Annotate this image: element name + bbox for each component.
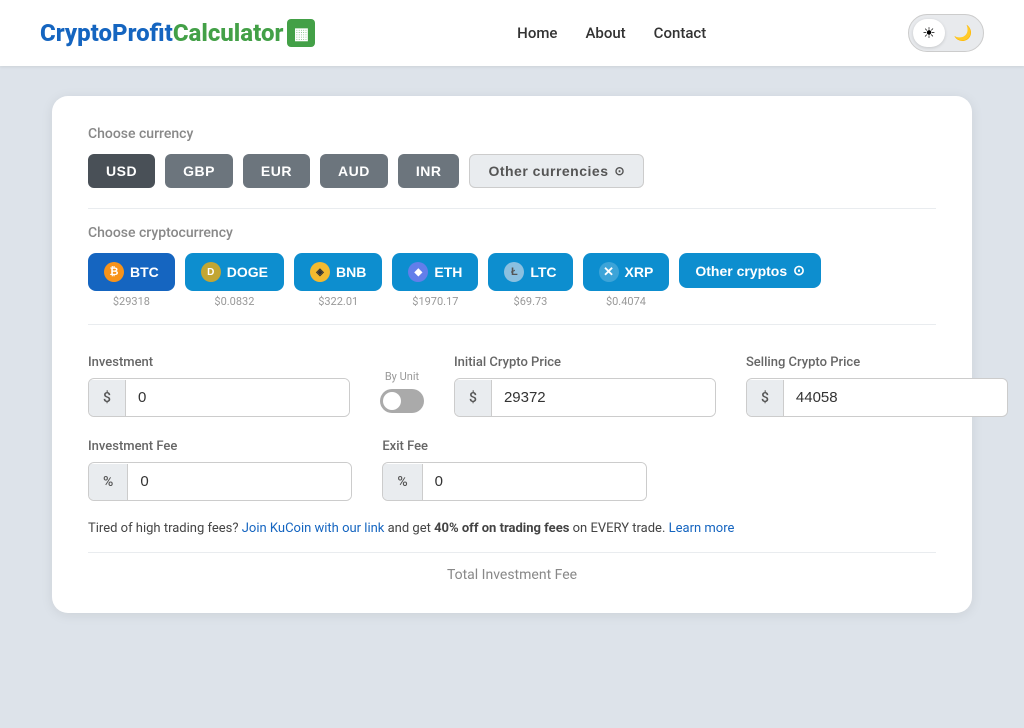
by-unit-label: By Unit [385,370,419,383]
crypto-col-btc: ₿ BTC $29318 [88,253,175,308]
currency-aud[interactable]: AUD [320,154,388,188]
crypto-col-ltc: Ł LTC $69.73 [488,253,572,308]
chevron-down-icon: ⊙ [615,164,626,178]
logo-crypto: Crypto [40,19,112,47]
selling-price-input[interactable] [784,379,1007,416]
crypto-col-xrp: ✕ XRP $0.4074 [583,253,670,308]
promo-link-learn-more[interactable]: Learn more [669,521,735,536]
investment-fee-label: Investment Fee [88,439,352,454]
crypto-section: Choose cryptocurrency ₿ BTC $29318 D DOG… [88,225,936,308]
bnb-icon: ◈ [310,262,330,282]
selling-price-input-wrapper: $ [746,378,1008,417]
selling-price-prefix: $ [747,380,784,416]
crypto-other-button[interactable]: Other cryptos ⊙ [679,253,821,288]
promo-link-kucoin[interactable]: Join KuCoin with our link [242,521,385,536]
btc-icon: ₿ [104,262,124,282]
crypto-col-doge: D DOGE $0.0832 [185,253,284,308]
nav-links: Home About Contact [517,24,706,42]
investment-fee-group: Investment Fee % [88,439,352,501]
currency-section-label: Choose currency [88,126,936,142]
spacer-2 [821,439,936,501]
doge-icon: D [201,262,221,282]
initial-price-input-wrapper: $ [454,378,716,417]
form-section: Investment $ By Unit Initial Cr [88,355,936,583]
main-content: Choose currency USD GBP EUR AUD INR Othe… [0,66,1024,728]
investment-label: Investment [88,355,350,370]
investment-input[interactable] [126,379,349,416]
currency-inr[interactable]: INR [398,154,460,188]
eth-icon: ◆ [408,262,428,282]
ltc-price: $69.73 [514,295,548,308]
crypto-section-label: Choose cryptocurrency [88,225,936,241]
exit-fee-label: Exit Fee [382,439,646,454]
nav-home[interactable]: Home [517,24,557,42]
investment-input-wrapper: $ [88,378,350,417]
xrp-icon: ✕ [599,262,619,282]
calculator-card: Choose currency USD GBP EUR AUD INR Othe… [52,96,972,613]
theme-toggle: ☀ 🌙 [908,14,984,52]
initial-price-group: Initial Crypto Price $ [454,355,716,417]
investment-fee-input-wrapper: % [88,462,352,501]
nav-about[interactable]: About [585,24,625,42]
promo-text-2: and get [384,521,434,536]
investment-group: Investment $ [88,355,350,417]
dark-mode-button[interactable]: 🌙 [947,19,979,47]
btc-price: $29318 [113,295,150,308]
crypto-xrp-button[interactable]: ✕ XRP [583,253,670,291]
eth-price: $1970.17 [412,295,458,308]
initial-price-prefix: $ [455,380,492,416]
logo[interactable]: CryptoProfitCalculator ▦ [40,19,315,47]
initial-price-label: Initial Crypto Price [454,355,716,370]
investment-prefix: $ [89,380,126,416]
bnb-price: $322.01 [318,295,358,308]
crypto-col-other: Other cryptos ⊙ [679,253,821,288]
exit-fee-group: Exit Fee % [382,439,646,501]
currency-usd[interactable]: USD [88,154,155,188]
divider-1 [88,208,936,209]
selling-price-group: Selling Crypto Price $ [746,355,1008,417]
divider-2 [88,324,936,325]
other-currencies-label: Other currencies [488,163,608,179]
light-mode-button[interactable]: ☀ [913,19,945,47]
promo-text-3: on EVERY trade. [569,521,668,536]
ltc-icon: Ł [504,262,524,282]
by-unit-wrapper: By Unit [380,370,424,417]
crypto-eth-button[interactable]: ◆ ETH [392,253,478,291]
by-unit-toggle[interactable] [380,389,424,413]
crypto-bnb-button[interactable]: ◈ BNB [294,253,382,291]
spacer-1 [677,439,792,501]
doge-price: $0.0832 [214,295,254,308]
logo-profit: Profit [112,19,173,47]
promo-text: Tired of high trading fees? Join KuCoin … [88,519,936,540]
other-cryptos-label: Other cryptos [695,263,787,279]
promo-bold: 40% off on trading fees [434,521,569,536]
other-cryptos-chevron-icon: ⊙ [793,262,805,279]
crypto-col-eth: ◆ ETH $1970.17 [392,253,478,308]
total-investment-fee-label: Total Investment Fee [88,552,936,583]
currency-section: Choose currency USD GBP EUR AUD INR Othe… [88,126,936,188]
promo-text-1: Tired of high trading fees? [88,521,242,536]
selling-price-label: Selling Crypto Price [746,355,1008,370]
crypto-doge-button[interactable]: D DOGE [185,253,284,291]
toggle-slider [380,389,424,413]
navbar: CryptoProfitCalculator ▦ Home About Cont… [0,0,1024,66]
logo-calculator: Calculator [173,19,284,47]
crypto-btc-button[interactable]: ₿ BTC [88,253,175,291]
nav-contact[interactable]: Contact [654,24,707,42]
logo-icon: ▦ [287,19,315,47]
currency-eur[interactable]: EUR [243,154,310,188]
exit-fee-input[interactable] [423,463,646,500]
currency-other[interactable]: Other currencies ⊙ [469,154,644,188]
initial-price-input[interactable] [492,379,715,416]
crypto-col-bnb: ◈ BNB $322.01 [294,253,382,308]
currency-row: USD GBP EUR AUD INR Other currencies ⊙ [88,154,936,188]
investment-fee-input[interactable] [128,463,351,500]
exit-fee-input-wrapper: % [382,462,646,501]
currency-gbp[interactable]: GBP [165,154,233,188]
xrp-price: $0.4074 [606,295,646,308]
exit-fee-prefix: % [383,464,422,500]
investment-fee-prefix: % [89,464,128,500]
crypto-ltc-button[interactable]: Ł LTC [488,253,572,291]
